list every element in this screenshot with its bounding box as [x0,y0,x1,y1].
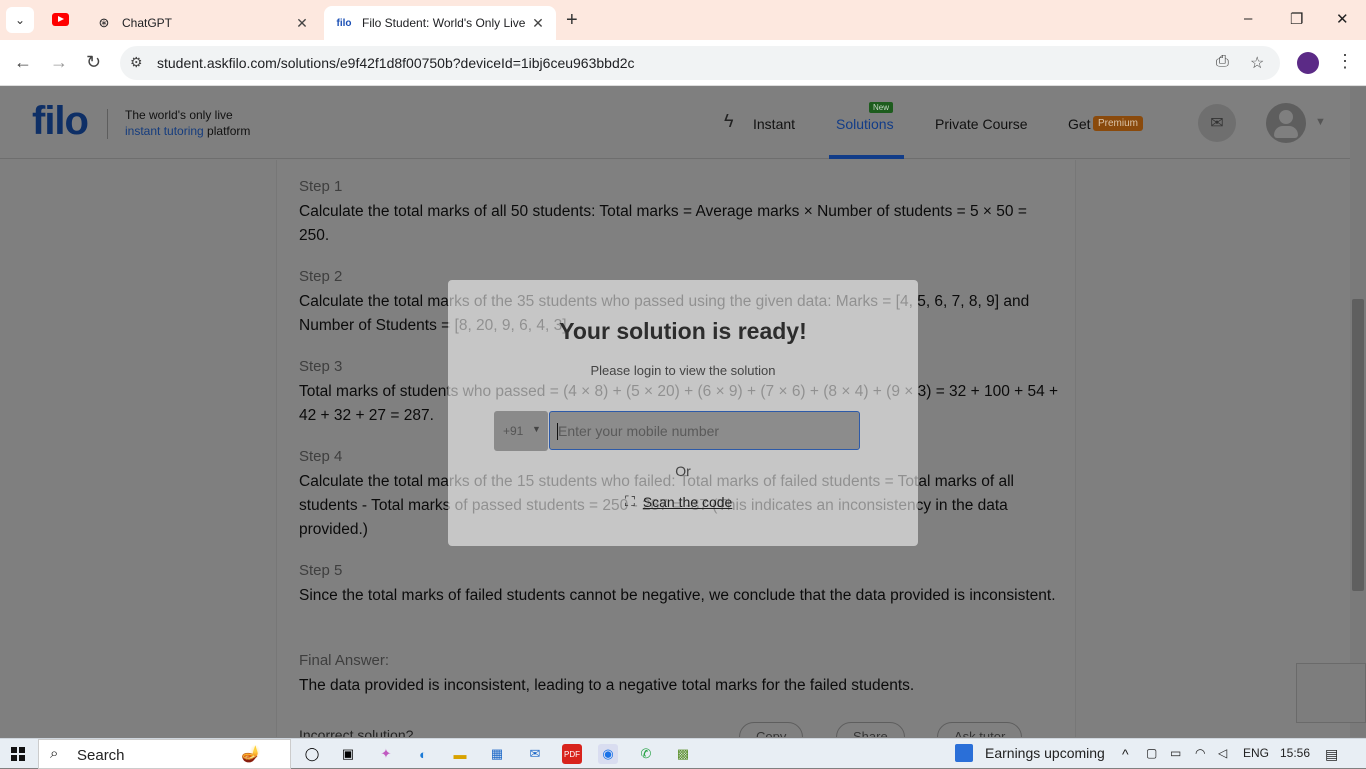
search-highlight-icon: 🪔 [241,746,261,763]
or-divider: Or [675,463,691,479]
step-title: Step 1 [299,178,343,195]
search-label: Search [77,747,125,764]
task-view-icon[interactable]: ▣ [338,744,358,764]
new-badge: New [869,102,894,113]
incorrect-solution-label: Incorrect solution? [299,727,414,737]
chatgpt-icon: ⊛ [98,15,110,30]
step-text: Since the total marks of failed students… [299,587,1056,604]
browser-toolbar: ← → ↻ ⚙ student.askfilo.com/solutions/e9… [0,40,1366,86]
nav-instant[interactable]: Instant [753,116,795,132]
scan-code-link[interactable]: ⛶ Scan the code [625,493,732,510]
reload-icon[interactable]: ↻ [86,52,101,73]
tab-title: Filo Student: World's Only Live I [362,16,528,30]
premium-badge[interactable]: Premium [1093,116,1144,131]
mail-app-icon[interactable]: ✉ [525,744,545,764]
close-window-icon[interactable]: ✕ [1336,10,1349,28]
tagline-rest: platform [203,124,251,138]
active-nav-underline [829,155,904,159]
tagline-line1: The world's only live [125,108,233,122]
modal-title: Your solution is ready! [559,318,807,344]
bookmark-star-icon[interactable]: ☆ [1250,53,1264,73]
share-button[interactable]: Share [836,722,905,737]
back-icon[interactable]: ← [14,52,32,73]
qr-scan-icon: ⛶ [625,493,635,509]
new-tab-icon[interactable]: + [566,9,578,32]
cortana-icon[interactable]: ◯ [302,744,322,764]
pdf-app-icon[interactable]: PDF [562,744,582,764]
country-code-select[interactable]: +91 ▼ [494,411,548,451]
wifi-icon[interactable]: ◠ [1195,746,1205,760]
show-hidden-icons-icon[interactable]: ^ [1122,746,1129,762]
filo-favicon: filo [336,17,352,29]
step-text: Calculate the total marks of all 50 stud… [299,203,1027,244]
clock[interactable]: 15:56 [1280,746,1310,760]
browser-menu-icon[interactable]: ⋮ [1336,51,1354,72]
country-code-value: +91 [503,424,524,438]
windows-taskbar: ⌕ Search 🪔 ◯ ▣ ✦ ◐ ▬ ▦ ✉ PDF ◉ ✆ ▩ Earni… [0,738,1366,769]
store-icon[interactable]: ▦ [487,744,507,764]
notifications-icon[interactable]: ▤ [1325,746,1338,763]
scrollbar-thumb[interactable] [1352,299,1364,591]
final-answer-title: Final Answer: [299,652,390,669]
filo-logo[interactable]: filo [32,99,89,144]
login-modal: Your solution is ready! Please login to … [448,280,918,546]
install-app-icon[interactable]: ⎙ [1216,53,1229,71]
search-icon: ⌕ [50,745,59,762]
news-text: Earnings upcoming [985,745,1105,761]
modal-subtitle: Please login to view the solution [590,363,776,378]
close-tab-icon[interactable]: ✕ [528,15,548,32]
tab-filo[interactable]: filo Filo Student: World's Only Live I ✕ [324,6,556,40]
step-title: Step 5 [299,562,343,579]
copy-button[interactable]: Copy [739,722,804,737]
nav-solutions[interactable]: Solutions [836,116,894,132]
mail-icon[interactable]: ✉ [1198,104,1236,142]
site-header: filo The world's only live instant tutor… [0,87,1366,159]
step-title: Step 2 [299,268,343,285]
meet-icon[interactable]: ▢ [1146,746,1157,760]
nav-get-premium[interactable]: Get [1068,116,1091,132]
chevron-down-icon: ▼ [532,424,541,434]
step-title: Step 3 [299,358,343,375]
tab-search-chevron-icon[interactable]: ⌄ [6,7,34,33]
chrome-icon[interactable]: ◉ [598,744,618,764]
youtube-pinned-tab-icon[interactable] [52,13,69,26]
profile-avatar[interactable] [1297,52,1319,74]
tagline-highlight: instant tutoring [125,124,204,138]
taskbar-search[interactable]: ⌕ Search 🪔 [38,739,291,769]
lightning-icon: ϟ [724,111,734,131]
chevron-down-icon[interactable]: ▼ [1315,116,1326,128]
forward-icon[interactable]: → [50,52,68,73]
mobile-number-input[interactable]: Enter your mobile number [549,411,860,450]
volume-muted-icon[interactable]: ◁ [1218,746,1227,760]
tagline: The world's only live instant tutoring p… [125,107,250,139]
minimize-icon[interactable]: – [1244,10,1252,27]
whatsapp-icon[interactable]: ✆ [636,744,656,764]
url-text: student.askfilo.com/solutions/e9f42f1d8f… [157,55,635,71]
address-bar[interactable]: ⚙ student.askfilo.com/solutions/e9f42f1d… [120,46,1280,80]
scan-code-label: Scan the code [642,493,733,510]
tab-title: ChatGPT [122,16,173,30]
ask-tutor-button[interactable]: Ask tutor [937,722,1023,737]
windows-start-icon[interactable] [11,747,25,761]
edge-icon[interactable]: ◐ [413,744,433,764]
language-indicator[interactable]: ENG [1243,746,1269,760]
restore-icon[interactable]: ❐ [1290,10,1303,28]
copilot-icon[interactable]: ✦ [376,744,396,764]
user-avatar-icon[interactable] [1266,103,1306,143]
tab-chatgpt[interactable]: ⊛ ChatGPT ✕ [84,6,320,40]
nav-private-course[interactable]: Private Course [935,116,1028,132]
browser-tab-bar: ⌄ ⊛ ChatGPT ✕ filo Filo Student: World's… [0,0,1366,40]
step-title: Step 4 [299,448,343,465]
logo-divider [107,109,108,139]
recaptcha-badge [1296,663,1366,723]
final-answer-text: The data provided is inconsistent, leadi… [299,677,915,694]
news-widget[interactable]: Earnings upcoming [955,744,1105,762]
battery-icon[interactable]: ▭ [1170,746,1181,760]
site-info-icon[interactable]: ⚙ [130,54,143,71]
minecraft-icon[interactable]: ▩ [673,744,693,764]
close-tab-icon[interactable]: ✕ [292,15,312,32]
file-explorer-icon[interactable]: ▬ [450,744,470,764]
stocks-icon [955,744,973,762]
